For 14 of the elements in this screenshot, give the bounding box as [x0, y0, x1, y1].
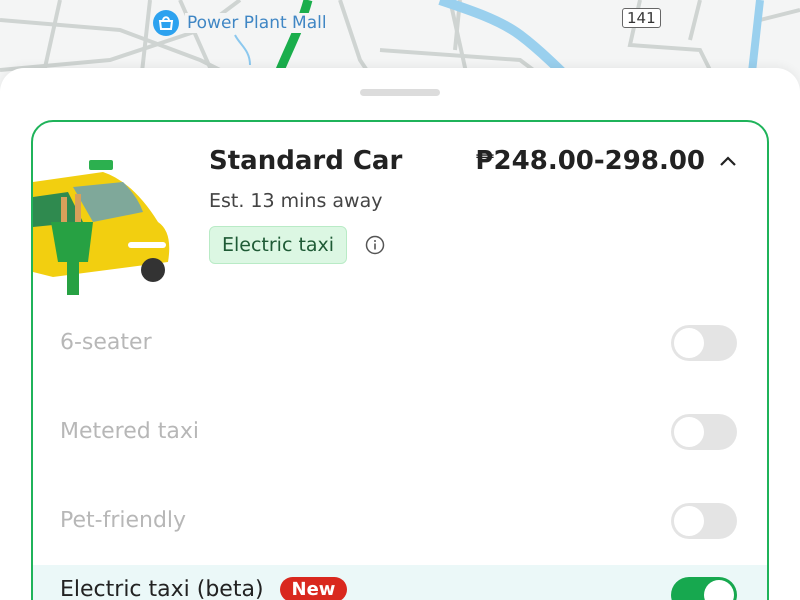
- option-label: 6-seater: [60, 330, 152, 355]
- info-icon[interactable]: [365, 235, 386, 255]
- option-label: Pet-friendly: [60, 508, 186, 533]
- ride-name: Standard Car: [209, 146, 404, 176]
- option-label: Metered taxi: [60, 419, 199, 444]
- price-range: ₱248.00-298.00: [475, 146, 705, 176]
- electric-tag: Electric taxi: [209, 226, 348, 264]
- road-number-sign: 141: [622, 8, 661, 28]
- shopping-bag-icon: [153, 10, 179, 36]
- eta-text: Est. 13 mins away: [209, 190, 384, 212]
- chevron-icon[interactable]: [719, 155, 737, 167]
- drag-handle[interactable]: [360, 89, 440, 96]
- option-label: Electric taxi (beta): [60, 577, 264, 600]
- new-badge: New: [280, 577, 348, 600]
